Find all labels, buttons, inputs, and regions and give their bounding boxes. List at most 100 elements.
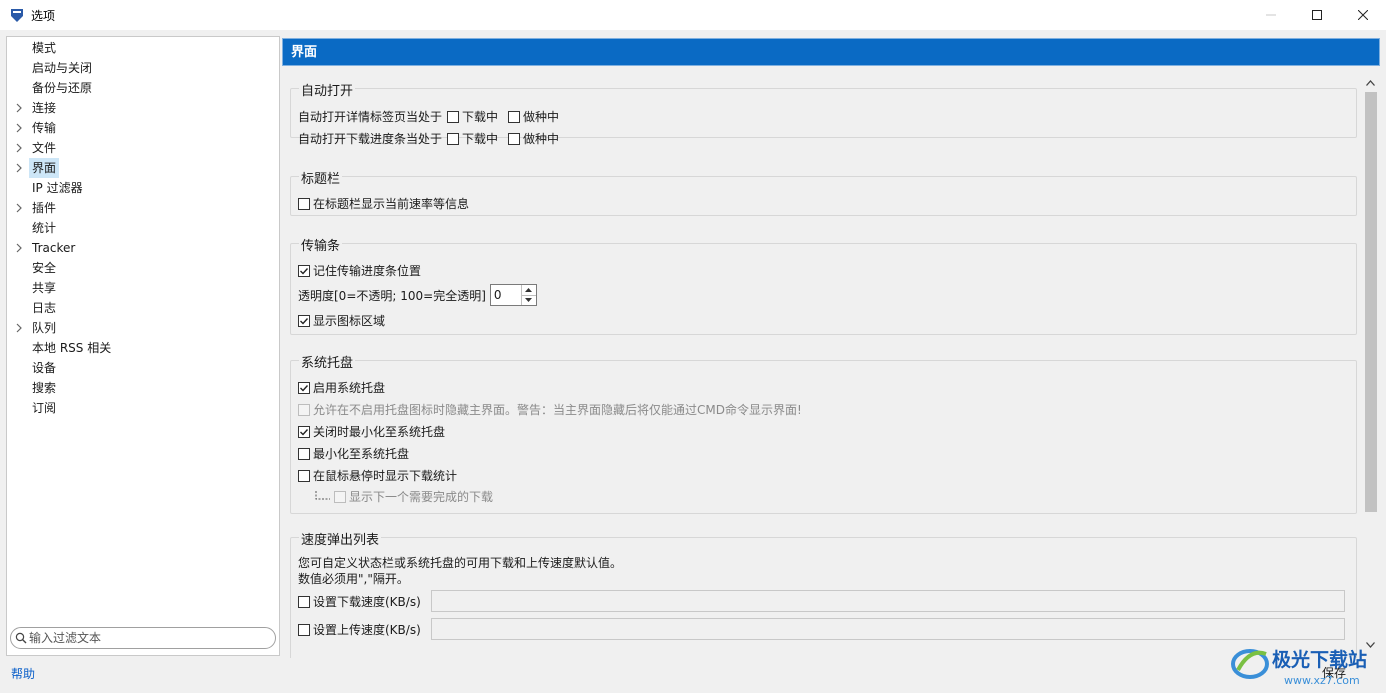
page-title: 界面 bbox=[282, 38, 1380, 66]
checkbox-label: 最小化至系统托盘 bbox=[313, 447, 410, 461]
checkbox-label: 关闭时最小化至系统托盘 bbox=[313, 425, 446, 439]
sidebar-item[interactable]: 连接 bbox=[7, 98, 279, 118]
close-icon bbox=[1358, 10, 1368, 20]
sidebar-item-label: 搜索 bbox=[32, 381, 57, 395]
check-icon bbox=[300, 317, 309, 325]
sidebar-item[interactable]: Tracker bbox=[7, 238, 279, 258]
checkbox-box[interactable] bbox=[508, 132, 521, 145]
auto-open-progress-downloading-checkbox[interactable]: 下载中 bbox=[447, 130, 498, 147]
upload-speed-checkbox[interactable]: 设置上传速度(KB/s) bbox=[298, 621, 421, 638]
sidebar-item-label: IP 过滤器 bbox=[32, 181, 83, 195]
enable-tray-checkbox[interactable]: 启用系统托盘 bbox=[298, 379, 385, 396]
chevron-right-icon[interactable] bbox=[14, 243, 24, 253]
auto-open-details-downloading-checkbox[interactable]: 下载中 bbox=[447, 108, 498, 125]
sidebar-item[interactable]: 启动与关闭 bbox=[7, 58, 279, 78]
sidebar-item[interactable]: 本地 RSS 相关 bbox=[7, 338, 279, 358]
maximize-button[interactable] bbox=[1294, 0, 1340, 30]
sidebar-item-label: 文件 bbox=[32, 141, 57, 155]
sidebar-item[interactable]: 模式 bbox=[7, 38, 279, 58]
chevron-up-icon bbox=[525, 287, 533, 292]
sidebar-item[interactable]: 设备 bbox=[7, 358, 279, 378]
scroll-up-button[interactable] bbox=[1365, 78, 1376, 88]
scroll-thumb[interactable] bbox=[1365, 92, 1377, 512]
sidebar-item-label: 队列 bbox=[32, 321, 57, 335]
sidebar-item[interactable]: 插件 bbox=[7, 198, 279, 218]
opacity-spinbox[interactable]: 0 bbox=[489, 284, 537, 306]
sidebar-item[interactable]: 搜索 bbox=[7, 378, 279, 398]
checkbox-label: 设置下载速度(KB/s) bbox=[313, 595, 421, 609]
auto-open-details-seeding-checkbox[interactable]: 做种中 bbox=[508, 108, 559, 125]
sidebar-item[interactable]: 备份与还原 bbox=[7, 78, 279, 98]
hover-stats-checkbox[interactable]: 在鼠标悬停时显示下载统计 bbox=[298, 467, 457, 484]
watermark-logo: 极光下载站 www.xz7.com bbox=[1231, 648, 1367, 687]
checkbox-box[interactable] bbox=[298, 381, 310, 394]
filter-box[interactable] bbox=[10, 627, 276, 649]
opacity-value[interactable]: 0 bbox=[491, 285, 521, 305]
downloading-label: 下载中 bbox=[462, 132, 499, 146]
checkbox-box[interactable] bbox=[298, 469, 310, 482]
sidebar-item-label: 共享 bbox=[32, 281, 57, 295]
sidebar-item[interactable]: 传输 bbox=[7, 118, 279, 138]
checkbox-box[interactable] bbox=[298, 623, 310, 636]
minimize-button[interactable] bbox=[1248, 0, 1294, 30]
sidebar-item-label: 模式 bbox=[32, 41, 57, 55]
checkbox-label: 设置上传速度(KB/s) bbox=[313, 623, 421, 637]
sidebar-item[interactable]: 安全 bbox=[7, 258, 279, 278]
close-button[interactable] bbox=[1340, 0, 1386, 30]
filter-input[interactable] bbox=[29, 631, 269, 645]
downloading-label: 下载中 bbox=[462, 110, 499, 124]
download-speed-input[interactable] bbox=[431, 590, 1345, 612]
sidebar-item-label: 设备 bbox=[32, 361, 57, 375]
spin-up-button[interactable] bbox=[522, 285, 536, 295]
checkbox-label: 启用系统托盘 bbox=[313, 381, 386, 395]
checkbox-box[interactable] bbox=[298, 447, 310, 460]
sidebar-item-label: 传输 bbox=[32, 121, 57, 135]
download-speed-checkbox[interactable]: 设置下载速度(KB/s) bbox=[298, 593, 421, 610]
opacity-row: 透明度[0=不透明; 100=完全透明] 0 bbox=[298, 284, 537, 306]
sidebar-item[interactable]: 界面 bbox=[7, 158, 279, 178]
remember-position-checkbox[interactable]: 记住传输进度条位置 bbox=[298, 262, 421, 279]
sidebar-item[interactable]: 文件 bbox=[7, 138, 279, 158]
minimize-icon bbox=[1266, 14, 1276, 16]
checkbox-box[interactable] bbox=[447, 110, 460, 123]
sidebar-item[interactable]: 队列 bbox=[7, 318, 279, 338]
checkbox-box[interactable] bbox=[508, 110, 521, 123]
sidebar-item-label: 订阅 bbox=[32, 401, 57, 415]
checkbox-box[interactable] bbox=[298, 264, 310, 277]
group-title: 系统托盘 bbox=[299, 352, 356, 371]
checkbox-box[interactable] bbox=[298, 425, 310, 438]
chevron-right-icon[interactable] bbox=[14, 143, 24, 153]
sidebar-item[interactable]: 订阅 bbox=[7, 398, 279, 418]
seeding-label: 做种中 bbox=[523, 132, 560, 146]
sidebar-item[interactable]: IP 过滤器 bbox=[7, 178, 279, 198]
checkbox-box[interactable] bbox=[298, 314, 310, 327]
sidebar-item[interactable]: 统计 bbox=[7, 218, 279, 238]
auto-open-details-row: 自动打开详情标签页当处于 下载中 做种中 bbox=[298, 108, 559, 125]
group-title: 传输条 bbox=[299, 235, 343, 254]
chevron-right-icon[interactable] bbox=[14, 103, 24, 113]
chevron-right-icon[interactable] bbox=[14, 163, 24, 173]
sidebar-item[interactable]: 日志 bbox=[7, 298, 279, 318]
watermark-text: 极光下载站 bbox=[1272, 648, 1367, 671]
options-tree: 模式启动与关闭 备份与还原 连接传输文件界面 IP 过滤器插件 统计 Tracker 安全共… bbox=[7, 37, 279, 418]
window-controls bbox=[1248, 0, 1386, 30]
upload-speed-input[interactable] bbox=[431, 618, 1345, 640]
show-icon-area-checkbox[interactable]: 显示图标区域 bbox=[298, 312, 385, 329]
chevron-right-icon[interactable] bbox=[14, 123, 24, 133]
minimize-to-tray-checkbox[interactable]: 最小化至系统托盘 bbox=[298, 445, 409, 462]
close-to-tray-checkbox[interactable]: 关闭时最小化至系统托盘 bbox=[298, 423, 445, 440]
chevron-right-icon[interactable] bbox=[14, 203, 24, 213]
auto-open-progress-row: 自动打开下载进度条当处于 下载中 做种中 bbox=[298, 130, 559, 147]
checkbox-box[interactable] bbox=[298, 197, 310, 210]
app-logo-icon bbox=[11, 9, 23, 22]
spin-down-button[interactable] bbox=[521, 294, 536, 306]
auto-open-progress-seeding-checkbox[interactable]: 做种中 bbox=[508, 130, 559, 147]
chevron-right-icon[interactable] bbox=[14, 323, 24, 333]
sidebar-item[interactable]: 共享 bbox=[7, 278, 279, 298]
checkbox-label: 在标题栏显示当前速率等信息 bbox=[313, 197, 470, 211]
titlebar-speed-checkbox[interactable]: 在标题栏显示当前速率等信息 bbox=[298, 195, 469, 212]
help-link[interactable]: 帮助 bbox=[11, 665, 35, 682]
checkbox-box[interactable] bbox=[298, 595, 310, 608]
settings-scrollbar[interactable] bbox=[1362, 74, 1379, 654]
checkbox-box[interactable] bbox=[447, 132, 460, 145]
